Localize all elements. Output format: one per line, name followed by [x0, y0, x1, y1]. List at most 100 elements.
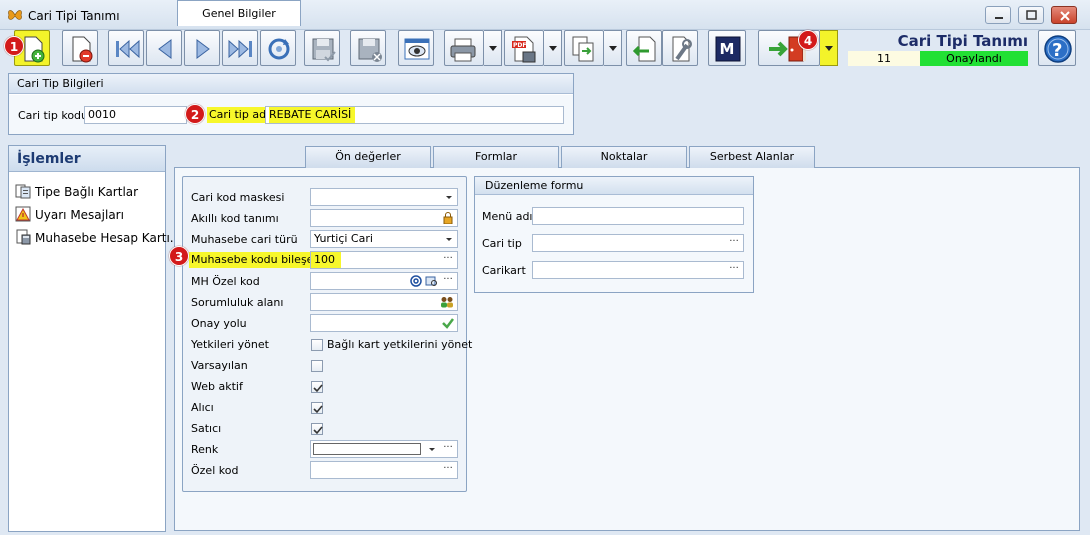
cari-tip-adi-input[interactable]: REBATE CARİSİ [265, 106, 564, 124]
copy-button[interactable] [564, 30, 604, 66]
islem-item-label: Tipe Bağlı Kartlar [35, 185, 139, 199]
pdf-dropdown-button[interactable] [544, 30, 562, 66]
satici-checkbox[interactable] [311, 423, 323, 435]
exit-dropdown-button[interactable] [820, 30, 838, 66]
previous-record-button[interactable] [146, 30, 182, 66]
delete-button[interactable] [62, 30, 98, 66]
islem-item-label: Muhasebe Hesap Kartı... [35, 231, 182, 245]
close-icon [1060, 11, 1070, 21]
annotation-badge-2: 2 [185, 104, 205, 124]
color-swatch [313, 443, 421, 455]
tab-genel-bilgiler[interactable]: Genel Bilgiler [177, 0, 301, 26]
next-record-button[interactable] [184, 30, 220, 66]
cancel-save-button[interactable] [350, 30, 386, 66]
yetkileri-yonet-label: Yetkileri yönet [191, 338, 269, 351]
users-icon[interactable] [440, 296, 454, 308]
tab-noktalar[interactable]: Noktalar [561, 146, 687, 168]
cari-tip-kodu-input[interactable]: 0010 [84, 106, 187, 124]
tab-serbest-alanlar[interactable]: Serbest Alanlar [689, 146, 815, 168]
import-icon [632, 36, 656, 62]
ellipsis-button[interactable]: ··· [441, 462, 455, 478]
print-dropdown-button[interactable] [484, 30, 502, 66]
tools-button[interactable] [662, 30, 698, 66]
maximize-button[interactable] [1018, 6, 1044, 24]
minimize-icon [995, 17, 1003, 19]
alici-checkbox[interactable] [311, 402, 323, 414]
web-aktif-checkbox[interactable] [311, 381, 323, 393]
print-icon [450, 38, 476, 62]
chevron-down-icon [609, 46, 617, 51]
cari-kod-maskesi-label: Cari kod maskesi [191, 191, 285, 204]
preview-icon [404, 38, 430, 60]
muhasebe-kodu-bileseni-value: 100 [311, 252, 341, 268]
checkmark-icon [313, 384, 323, 393]
minimize-button[interactable] [985, 6, 1011, 24]
muhasebe-cari-turu-value: Yurtiçi Cari [314, 232, 373, 245]
renk-select[interactable]: ··· [310, 440, 458, 458]
cari-tip-adi-label: Cari tip adı [207, 107, 272, 123]
save-icon [312, 38, 336, 62]
checkmark-icon[interactable] [442, 317, 454, 329]
mh-ozel-kod-label: MH Özel kod [191, 275, 260, 288]
search-list-icon[interactable] [425, 275, 438, 287]
accounting-card-icon [16, 229, 31, 245]
muhasebe-cari-turu-label: Muhasebe cari türü [191, 233, 298, 246]
cari-tip-bilgileri-group: Cari Tip Bilgileri Cari tip kodu 0010 Ca… [8, 73, 574, 135]
m-button[interactable]: M [708, 30, 746, 66]
preview-button[interactable] [398, 30, 434, 66]
cari-tip-kodu-label: Cari tip kodu [18, 109, 89, 122]
save-button[interactable] [304, 30, 340, 66]
onay-yolu-input[interactable] [310, 314, 458, 332]
delete-document-icon [72, 36, 93, 63]
chevron-down-icon [489, 46, 497, 51]
muhasebe-cari-turu-select[interactable]: Yurtiçi Cari [310, 230, 458, 248]
ellipsis-button[interactable]: ··· [441, 441, 455, 457]
menu-adi-input[interactable] [532, 207, 744, 225]
varsayilan-checkbox[interactable] [311, 360, 323, 372]
import-button[interactable] [626, 30, 662, 66]
islemler-heading: İşlemler [9, 146, 165, 172]
akilli-kod-tanimi-label: Akıllı kod tanımı [191, 212, 279, 225]
ellipsis-button[interactable]: ··· [441, 273, 455, 289]
carikart-label: Carikart [482, 264, 526, 277]
first-record-button[interactable] [108, 30, 144, 66]
bagli-kart-yetkileri-label: Bağlı kart yetkilerini yönet [327, 338, 473, 351]
bagli-kart-yetkileri-checkbox[interactable] [311, 339, 323, 351]
tab-formlar[interactable]: Formlar [433, 146, 559, 168]
ellipsis-button[interactable]: ··· [727, 235, 741, 251]
muhasebe-kodu-bileseni-input[interactable]: 100 ··· [310, 251, 458, 269]
islem-item-label: Uyarı Mesajları [35, 208, 124, 222]
print-button[interactable] [444, 30, 484, 66]
at-sign-icon[interactable] [410, 275, 422, 287]
ellipsis-button[interactable]: ··· [727, 262, 741, 278]
chevron-down-icon [446, 238, 452, 241]
annotation-badge-1: 1 [4, 36, 24, 56]
copy-dropdown-button[interactable] [604, 30, 622, 66]
ozel-kod-input[interactable]: ··· [310, 461, 458, 479]
islemler-panel: İşlemler Tipe Bağlı Kartlar Uyarı Mesajl… [8, 145, 181, 532]
satici-label: Satıcı [191, 422, 222, 435]
cari-tip-input[interactable]: ··· [532, 234, 744, 252]
ellipsis-button[interactable]: ··· [441, 252, 455, 268]
pdf-export-icon: PDF [512, 36, 536, 63]
annotation-badge-3: 3 [169, 246, 189, 266]
close-button[interactable] [1051, 6, 1077, 24]
tab-on-degerler[interactable]: Ön değerler [305, 146, 431, 168]
cari-kod-maskesi-select[interactable] [310, 188, 458, 206]
refresh-icon [268, 38, 290, 60]
carikart-input[interactable]: ··· [532, 261, 744, 279]
refresh-button[interactable] [260, 30, 296, 66]
akilli-kod-tanimi-input[interactable] [310, 209, 458, 227]
copy-icon [572, 36, 594, 62]
last-record-button[interactable] [222, 30, 258, 66]
sorumluluk-alani-input[interactable] [310, 293, 458, 311]
next-record-icon [196, 39, 210, 59]
lock-icon [443, 212, 453, 224]
help-button[interactable]: ? [1038, 30, 1076, 66]
annotation-badge-4: 4 [798, 30, 818, 50]
mh-ozel-kod-input[interactable]: ··· [310, 272, 458, 290]
help-icon: ? [1044, 35, 1072, 63]
chevron-down-icon[interactable] [429, 448, 435, 451]
pdf-export-button[interactable]: PDF [504, 30, 544, 66]
web-aktif-label: Web aktif [191, 380, 243, 393]
